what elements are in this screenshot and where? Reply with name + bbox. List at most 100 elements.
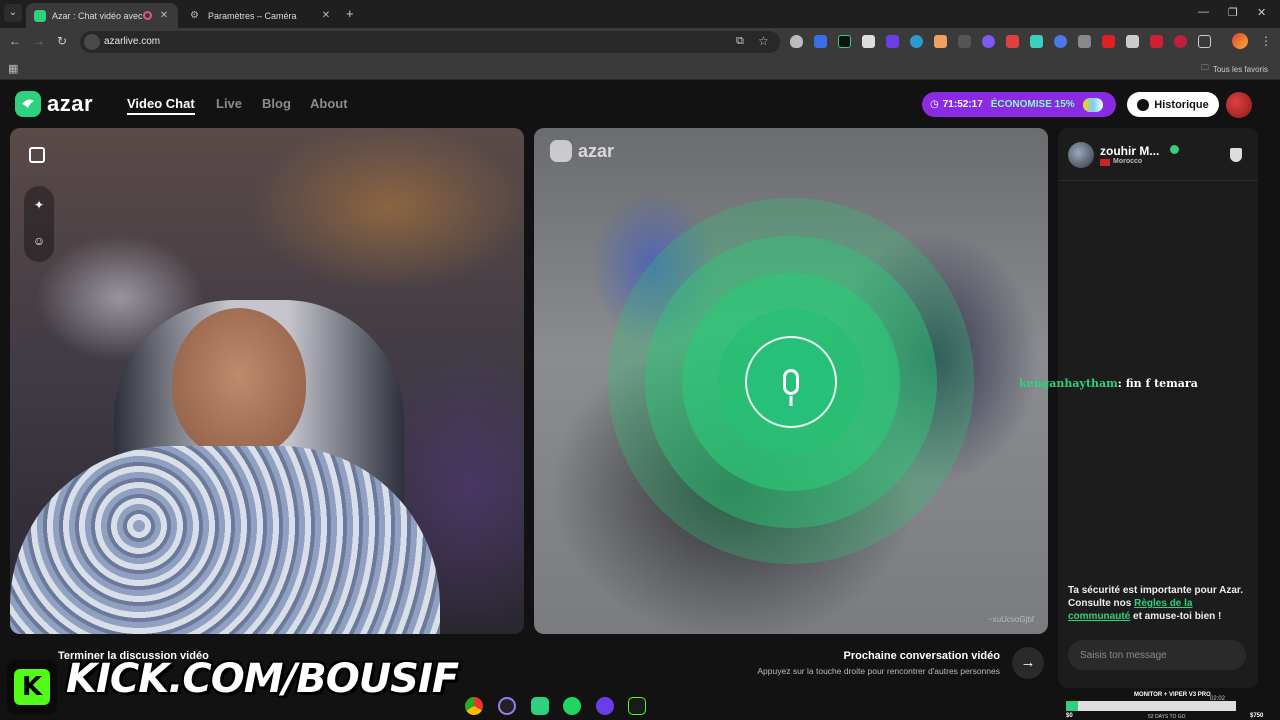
extension-audio-icon[interactable] bbox=[814, 35, 827, 48]
obs-taskbar-icon[interactable] bbox=[498, 697, 516, 715]
azar-logo-icon bbox=[15, 91, 41, 117]
close-window-icon[interactable]: ✕ bbox=[1257, 6, 1266, 19]
kick-k-icon: K bbox=[14, 669, 50, 705]
forward-arrow-icon[interactable]: → bbox=[33, 34, 45, 48]
all-bookmarks-button[interactable]: 🗀 Tous les favoris bbox=[1201, 62, 1268, 76]
bookmark-star-icon[interactable]: ☆ bbox=[758, 34, 769, 48]
profile-avatar[interactable] bbox=[1232, 33, 1248, 49]
address-bar[interactable]: azarlive.com ⧉ ☆ bbox=[80, 31, 780, 53]
spotify-taskbar-icon[interactable] bbox=[563, 697, 581, 715]
nav-about[interactable]: About bbox=[310, 96, 348, 111]
promo-timer: 71:52:17 bbox=[942, 99, 983, 110]
extension-dark-icon[interactable] bbox=[958, 35, 971, 48]
tab-azar[interactable]: Azar : Chat vidéo avec de n ✕ bbox=[26, 3, 178, 28]
next-conversation-title[interactable]: Prochaine conversation vidéo bbox=[844, 650, 1001, 662]
sparkle-effects-icon[interactable]: ✦ bbox=[32, 198, 46, 212]
watermark-text: azar bbox=[578, 140, 615, 161]
extension-shield-icon[interactable] bbox=[790, 35, 803, 48]
microphone-button[interactable] bbox=[745, 336, 837, 428]
peer-name[interactable]: zouhir M... bbox=[1100, 144, 1159, 158]
extension-blue-icon[interactable] bbox=[1054, 35, 1067, 48]
minimize-window-icon[interactable]: — bbox=[1198, 6, 1209, 18]
gear-icon: ⚙ bbox=[190, 9, 199, 21]
restore-window-icon[interactable]: ❐ bbox=[1228, 6, 1238, 19]
promo-cloud-icon bbox=[1082, 97, 1103, 112]
azar-logo[interactable]: azar bbox=[15, 91, 93, 117]
site-info-icon[interactable] bbox=[84, 34, 100, 50]
url-text: azarlive.com bbox=[104, 36, 161, 47]
app-green-taskbar-icon[interactable] bbox=[531, 697, 549, 715]
extension-image-icon[interactable] bbox=[862, 35, 875, 48]
nav-blog[interactable]: Blog bbox=[262, 96, 291, 111]
extension-s-icon[interactable] bbox=[1078, 35, 1091, 48]
extension-red-icon[interactable] bbox=[1006, 35, 1019, 48]
camera-tools: ✦ ☺ bbox=[24, 186, 54, 262]
close-tab-icon[interactable]: ✕ bbox=[320, 10, 332, 21]
self-video-pane: ✦ ☺ bbox=[10, 128, 524, 634]
goal-min: $0 bbox=[1066, 713, 1073, 719]
extension-globe-icon[interactable] bbox=[910, 35, 923, 48]
report-shield-icon[interactable] bbox=[1230, 148, 1242, 162]
nav-live[interactable]: Live bbox=[216, 96, 242, 111]
reload-icon[interactable]: ↻ bbox=[57, 34, 67, 48]
microphone-stand-icon bbox=[789, 396, 793, 406]
watermark-logo-icon bbox=[550, 140, 572, 162]
extension-youtube-icon[interactable] bbox=[1102, 35, 1115, 48]
peer-avatar[interactable] bbox=[1068, 142, 1094, 168]
extension-terminal-icon[interactable] bbox=[838, 35, 851, 48]
tab-search-menu-icon[interactable]: ⌄ bbox=[4, 4, 22, 22]
promo-label: ÉCONOMISE 15% bbox=[990, 99, 1075, 110]
extension-bar-icon[interactable] bbox=[1126, 35, 1139, 48]
more-menu-icon[interactable]: ⋮ bbox=[1260, 34, 1272, 48]
goal-label: MONITOR + VIPER V3 PRO bbox=[1134, 692, 1211, 698]
chat-panel: zouhir M... Morocco Ta sécurité est impo… bbox=[1058, 128, 1258, 688]
watermark-id: ~xuUcvoGjbf bbox=[987, 615, 1034, 624]
morocco-flag-icon bbox=[1100, 159, 1110, 166]
close-tab-icon[interactable]: ✕ bbox=[158, 10, 170, 21]
user-avatar[interactable] bbox=[1226, 92, 1252, 118]
next-conversation-hint: Appuyez sur la touche droite pour rencon… bbox=[757, 666, 1000, 676]
cast-icon[interactable]: ⧉ bbox=[736, 35, 744, 48]
history-clock-icon bbox=[1137, 98, 1150, 111]
azar-header: azar Video Chat Live Blog About ◷ 71:52:… bbox=[0, 80, 1270, 128]
history-button[interactable]: Historique bbox=[1127, 92, 1219, 117]
stream-chat-message: kenganhaytham: fin f temara bbox=[1019, 377, 1198, 390]
all-bookmarks-label: Tous les favoris bbox=[1212, 64, 1268, 74]
extension-cloud-icon[interactable] bbox=[982, 35, 995, 48]
donation-goal-widget: MONITOR + VIPER V3 PRO 02:02 $44 (5.87%)… bbox=[1064, 690, 1270, 720]
stream-chat-user: kenganhaytham bbox=[1019, 377, 1118, 390]
recording-indicator-icon bbox=[143, 11, 152, 20]
extension-record-icon[interactable] bbox=[1150, 35, 1163, 48]
bookmarks-bar: ▦ 🗀 Tous les favoris bbox=[0, 56, 1280, 80]
back-arrow-icon[interactable]: ← bbox=[9, 34, 21, 48]
promo-banner[interactable]: ◷ 71:52:17 ÉCONOMISE 15% bbox=[922, 92, 1116, 117]
tab-settings-camera[interactable]: ⚙ Paramètres – Caméra ✕ bbox=[182, 3, 340, 28]
purple-app-taskbar-icon[interactable] bbox=[596, 697, 614, 715]
new-tab-button[interactable]: + bbox=[346, 6, 354, 21]
face-filter-icon[interactable]: ☺ bbox=[32, 234, 46, 248]
nav-video-chat[interactable]: Video Chat bbox=[127, 96, 195, 115]
fullscreen-icon[interactable] bbox=[29, 147, 45, 163]
microphone-icon bbox=[783, 369, 799, 395]
next-arrow-button[interactable]: → bbox=[1012, 647, 1044, 679]
tab-title: Azar : Chat vidéo avec de n bbox=[52, 10, 143, 21]
peer-country: Morocco bbox=[1113, 158, 1143, 165]
browser-toolbar: ← → ↻ azarlive.com ⧉ ☆ ⋮ bbox=[0, 28, 1280, 56]
extension-target-icon[interactable] bbox=[1174, 35, 1187, 48]
extensions-puzzle-icon[interactable] bbox=[1198, 35, 1211, 48]
stream-chat-colon: : bbox=[1117, 377, 1126, 390]
extension-purple-icon[interactable] bbox=[886, 35, 899, 48]
chat-divider bbox=[1058, 180, 1258, 181]
goal-progress-bar: $44 (5.87%) bbox=[1066, 701, 1236, 720]
message-input[interactable] bbox=[1068, 640, 1246, 670]
extension-fox-icon[interactable] bbox=[934, 35, 947, 48]
tab-title: Paramètres – Caméra bbox=[208, 10, 297, 21]
person-head bbox=[172, 308, 306, 458]
streamer-app-taskbar-icon[interactable] bbox=[628, 697, 646, 715]
azar-logo-text: azar bbox=[47, 91, 94, 116]
extension-translate-icon[interactable] bbox=[1030, 35, 1043, 48]
goal-max: $750 bbox=[1250, 713, 1264, 719]
apps-grid-icon[interactable]: ▦ bbox=[8, 62, 18, 75]
chrome-taskbar-icon[interactable] bbox=[465, 697, 483, 715]
video-watermark-logo: azar bbox=[550, 140, 614, 162]
